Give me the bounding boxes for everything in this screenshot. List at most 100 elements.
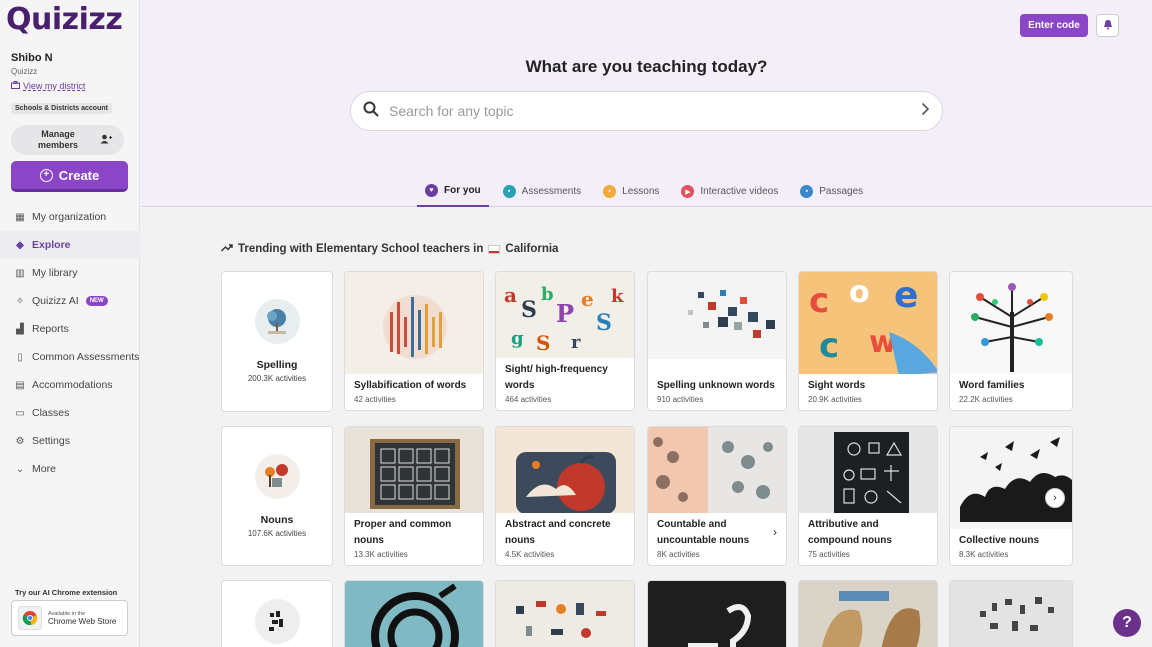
topic-name: Sight/ high-frequency words bbox=[505, 364, 608, 391]
sidebar-item-my-organization[interactable]: ▦ My organization bbox=[0, 203, 140, 231]
sidebar-item-reports[interactable]: ▟ Reports bbox=[0, 315, 140, 343]
view-district-link[interactable]: View my district bbox=[11, 81, 85, 91]
topic-card[interactable]: aSbPeSkgSr Sight/ high-frequency words 4… bbox=[495, 271, 635, 411]
quizizz-logo[interactable]: Quizizz bbox=[6, 2, 123, 37]
topic-card[interactable]: Countable and uncountable nouns 8K activ… bbox=[647, 426, 787, 566]
topic-card[interactable] bbox=[344, 580, 484, 647]
section-title: Trending with Elementary School teachers… bbox=[221, 243, 558, 255]
topic-name: Attributive and compound nouns bbox=[808, 519, 892, 546]
enter-code-button[interactable]: Enter code bbox=[1020, 14, 1088, 37]
tree-illustration-icon bbox=[254, 299, 300, 344]
category-name: Spelling bbox=[256, 359, 298, 371]
topic-name: Sight words bbox=[808, 380, 866, 391]
topic-count: 20.9K activities bbox=[808, 395, 862, 404]
sidebar-item-settings[interactable]: ⚙ Settings bbox=[0, 427, 140, 455]
new-badge: NEW bbox=[85, 296, 108, 306]
svg-text:r: r bbox=[571, 332, 581, 353]
topic-count: 75 activities bbox=[808, 550, 850, 559]
topic-card[interactable]: Word families 22.2K activities bbox=[949, 271, 1073, 411]
sidebar-item-explore[interactable]: ◆ Explore bbox=[0, 231, 140, 259]
add-user-icon bbox=[100, 131, 112, 149]
sidebar-item-more[interactable]: ⌄ More bbox=[0, 455, 140, 483]
topic-card[interactable]: Attributive and compound nouns 75 activi… bbox=[798, 426, 938, 566]
topic-card[interactable] bbox=[798, 580, 938, 647]
topic-card[interactable]: Proper and common nouns 13.3K activities bbox=[344, 426, 484, 566]
tab-interactive-videos[interactable]: ▶ Interactive videos bbox=[673, 176, 786, 207]
topic-name: Syllabification of words bbox=[354, 380, 467, 391]
hero-header: Enter code What are you teaching today? … bbox=[141, 0, 1152, 207]
tab-assessments[interactable]: ▪ Assessments bbox=[495, 176, 589, 207]
sidebar: Quizizz Shibo N Quizizz View my district… bbox=[0, 0, 140, 647]
chart-icon: ▟ bbox=[16, 323, 24, 335]
topic-thumbnail bbox=[496, 427, 634, 514]
passage-icon: ▪ bbox=[800, 185, 814, 198]
account-type-badge: Schools & Districts account bbox=[11, 103, 112, 114]
content-tabs: ♥ For you ▪ Assessments ▪ Lessons ▶ Interact… bbox=[417, 176, 877, 207]
topic-card[interactable]: coecw Sight words 20.9K activities bbox=[798, 271, 938, 411]
category-card-nouns[interactable]: Nouns 107.6K activities bbox=[221, 426, 333, 566]
chevron-right-icon[interactable] bbox=[921, 102, 930, 121]
category-illustration-icon bbox=[254, 599, 300, 644]
chevron-right-icon[interactable]: › bbox=[773, 525, 777, 539]
chrome-web-store-button[interactable]: Available in the Chrome Web Store bbox=[11, 600, 128, 636]
topic-thumbnail bbox=[950, 427, 1072, 531]
manage-members-button[interactable]: Manage members bbox=[11, 125, 124, 155]
user-name: Shibo N bbox=[11, 52, 53, 64]
topic-thumbnail bbox=[648, 581, 786, 647]
tab-for-you[interactable]: ♥ For you bbox=[417, 176, 489, 207]
topic-thumbnail bbox=[345, 427, 483, 514]
sidebar-item-common-assessments[interactable]: ▯ Common Assessments bbox=[0, 343, 140, 371]
topic-thumbnail bbox=[648, 427, 786, 514]
topic-thumbnail bbox=[345, 272, 483, 376]
topic-count: 22.2K activities bbox=[959, 395, 1013, 404]
svg-text:g: g bbox=[511, 328, 524, 349]
svg-text:e: e bbox=[581, 287, 594, 311]
topic-count: 13.3K activities bbox=[354, 550, 408, 559]
category-card[interactable] bbox=[221, 580, 333, 647]
topic-thumbnail: coecw bbox=[799, 272, 937, 376]
district-icon bbox=[11, 81, 20, 91]
svg-text:S: S bbox=[596, 310, 612, 336]
topic-thumbnail bbox=[648, 272, 786, 359]
sidebar-item-quizizz-ai[interactable]: ✧ Quizizz AI NEW bbox=[0, 287, 140, 315]
topic-thumbnail bbox=[496, 581, 634, 647]
sidebar-item-accommodations[interactable]: ▤ Accommodations bbox=[0, 371, 140, 399]
topic-card[interactable] bbox=[647, 580, 787, 647]
category-count: 200.3K activities bbox=[247, 374, 307, 383]
classes-icon: ▭ bbox=[15, 407, 25, 419]
svg-text:e: e bbox=[894, 275, 918, 316]
sidebar-item-classes[interactable]: ▭ Classes bbox=[0, 399, 140, 427]
topic-card[interactable]: Spelling unknown words 910 activities bbox=[647, 271, 787, 411]
topic-card[interactable]: Syllabification of words 42 activities bbox=[344, 271, 484, 411]
tab-passages[interactable]: ▪ Passages bbox=[792, 176, 871, 207]
nouns-illustration-icon bbox=[254, 454, 300, 499]
category-name: Nouns bbox=[260, 514, 294, 526]
topic-thumbnail bbox=[950, 581, 1072, 647]
compass-icon: ◆ bbox=[16, 239, 24, 251]
help-button[interactable]: ? bbox=[1113, 609, 1141, 637]
topic-name: Abstract and concrete nouns bbox=[505, 519, 611, 546]
topic-thumbnail bbox=[799, 581, 937, 647]
category-card-spelling[interactable]: Spelling 200.3K activities bbox=[221, 271, 333, 412]
topic-card[interactable] bbox=[495, 580, 635, 647]
search-bar bbox=[350, 91, 943, 131]
gear-icon: ⚙ bbox=[15, 435, 25, 447]
topic-card[interactable]: Abstract and concrete nouns 4.5K activit… bbox=[495, 426, 635, 566]
svg-text:k: k bbox=[611, 286, 624, 307]
category-count: 107.6K activities bbox=[247, 529, 307, 538]
topic-card[interactable] bbox=[949, 580, 1073, 647]
svg-text:c: c bbox=[819, 326, 839, 366]
topic-count: 4.5K activities bbox=[505, 550, 555, 559]
svg-text:b: b bbox=[541, 284, 554, 305]
search-input[interactable] bbox=[389, 103, 921, 119]
topic-name: Collective nouns bbox=[959, 535, 1040, 546]
svg-text:S: S bbox=[521, 297, 537, 323]
sidebar-item-my-library[interactable]: ▥ My library bbox=[0, 259, 140, 287]
notifications-button[interactable] bbox=[1096, 14, 1119, 37]
chevron-right-icon: › bbox=[1053, 492, 1057, 504]
heart-icon: ♥ bbox=[425, 184, 438, 197]
svg-text:P: P bbox=[556, 299, 574, 328]
create-button[interactable]: + Create bbox=[11, 161, 128, 192]
tab-lessons[interactable]: ▪ Lessons bbox=[595, 176, 667, 207]
carousel-next-button[interactable]: › bbox=[1045, 488, 1065, 508]
